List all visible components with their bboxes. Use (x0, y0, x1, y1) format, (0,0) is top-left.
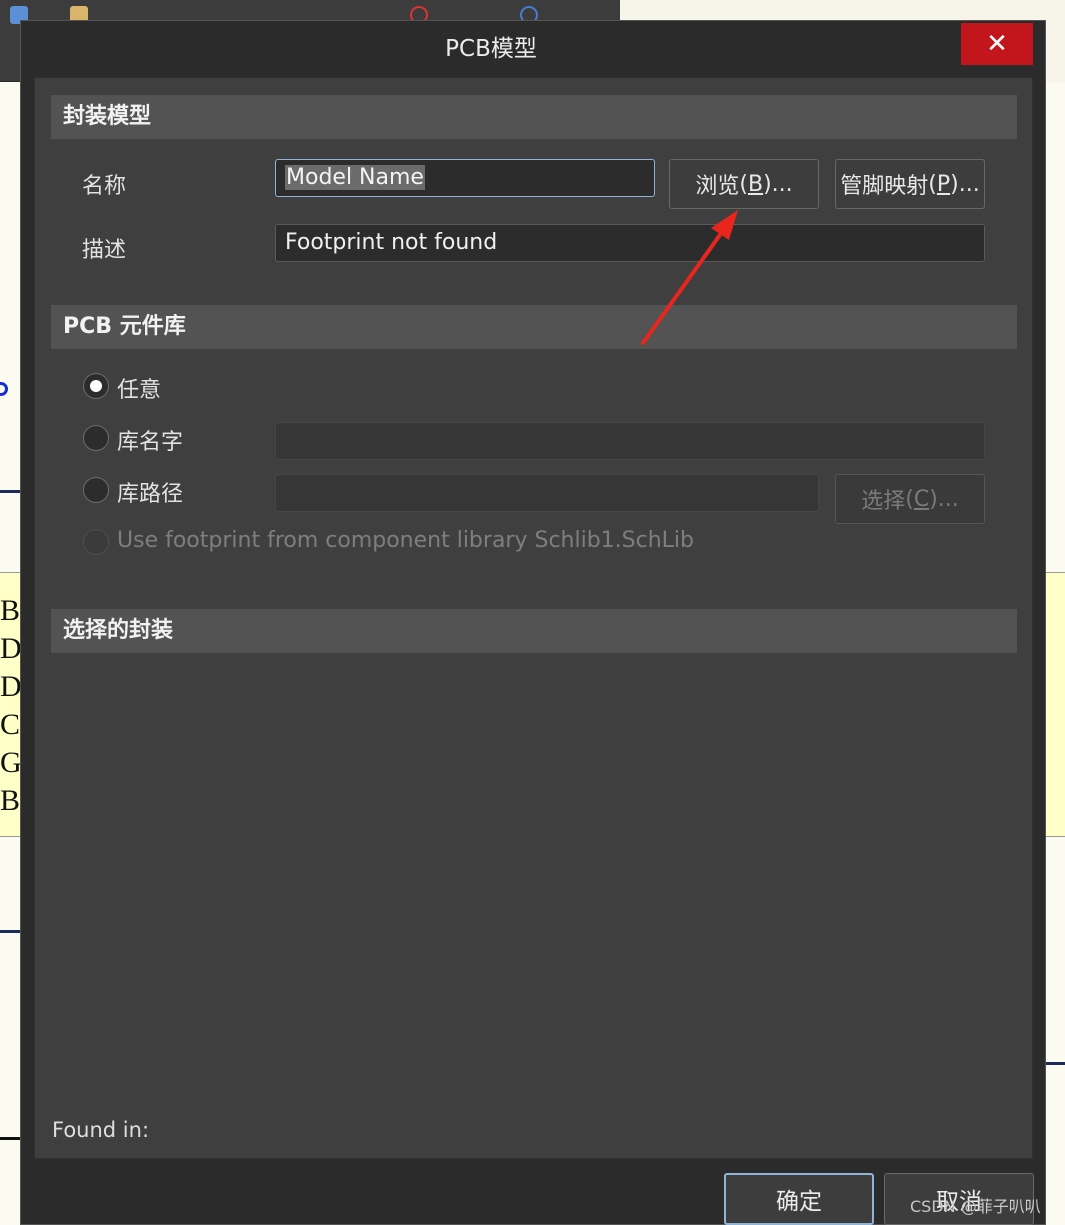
browse-button-mnemonic: B (747, 171, 764, 197)
background-letter: B (0, 594, 21, 627)
close-button[interactable]: ✕ (961, 23, 1033, 65)
browse-button-paren: ( (739, 171, 748, 197)
description-input[interactable]: Footprint not found (275, 224, 985, 262)
background-wire (1043, 1062, 1065, 1065)
pin-map-button-suffix: )... (950, 171, 980, 197)
library-name-input[interactable] (275, 422, 985, 460)
ok-button[interactable]: 确定 (724, 1173, 874, 1225)
choose-button-label: 选择 (861, 489, 906, 514)
pin-map-button-paren: ( (928, 171, 937, 197)
section-header-pcb-library: PCB 元件库 (51, 305, 1017, 349)
dialog-titlebar[interactable]: PCB模型 ✕ (21, 21, 1045, 77)
browse-button-suffix: )... (763, 171, 793, 197)
radio-library-name[interactable] (83, 425, 109, 451)
pin-map-button-label: 管脚映射 (840, 174, 929, 199)
radio-any[interactable] (83, 373, 109, 399)
section-header-selected-footprint: 选择的封装 (51, 609, 1017, 653)
background-wire (0, 930, 22, 933)
background-wire (0, 490, 22, 493)
dialog-title: PCB模型 (445, 36, 537, 62)
radio-library-path[interactable] (83, 477, 109, 503)
pin-map-button-mnemonic: P (936, 171, 951, 197)
radio-library-name-label[interactable]: 库名字 (117, 424, 183, 456)
found-in-label: Found in: (52, 1118, 150, 1142)
background-pin-labels: B D D C G B (0, 592, 22, 820)
choose-button-paren: ( (905, 486, 914, 512)
choose-button-suffix: )... (929, 486, 959, 512)
watermark-text: CSDN @菲子叭叭 (910, 1197, 1041, 1216)
dialog-content: 封装模型 名称 Model Name 浏览 (B)... 管脚映射 (P)...… (34, 77, 1033, 1159)
browse-button[interactable]: 浏览 (B)... (669, 159, 819, 209)
radio-use-component-library-label: Use footprint from component library Sch… (117, 528, 695, 553)
choose-button[interactable]: 选择 (C)... (835, 474, 985, 524)
library-path-input[interactable] (275, 474, 819, 512)
pcb-model-dialog: PCB模型 ✕ 封装模型 名称 Model Name 浏览 (B)... 管脚映… (20, 20, 1046, 1225)
browse-button-label: 浏览 (695, 174, 740, 199)
background-letter: D (0, 632, 22, 665)
section-header-footprint-model: 封装模型 (51, 95, 1017, 139)
model-name-value: Model Name (285, 165, 425, 190)
radio-library-path-label[interactable]: 库路径 (117, 476, 183, 508)
background-letter: G (0, 746, 22, 779)
name-label: 名称 (82, 174, 127, 199)
radio-any-label[interactable]: 任意 (117, 372, 161, 404)
background-wire (0, 1137, 22, 1140)
model-name-input[interactable]: Model Name (275, 159, 655, 197)
pin-map-button[interactable]: 管脚映射 (P)... (835, 159, 985, 209)
background-letter: C (0, 708, 21, 741)
close-icon: ✕ (986, 29, 1008, 59)
background-letter: B (0, 784, 21, 817)
background-component-body (1043, 572, 1065, 837)
choose-button-mnemonic: C (913, 486, 930, 512)
footprint-preview-area[interactable] (51, 653, 1017, 1103)
background-letter: D (0, 670, 22, 703)
radio-use-component-library (83, 529, 109, 555)
description-label: 描述 (82, 238, 127, 263)
